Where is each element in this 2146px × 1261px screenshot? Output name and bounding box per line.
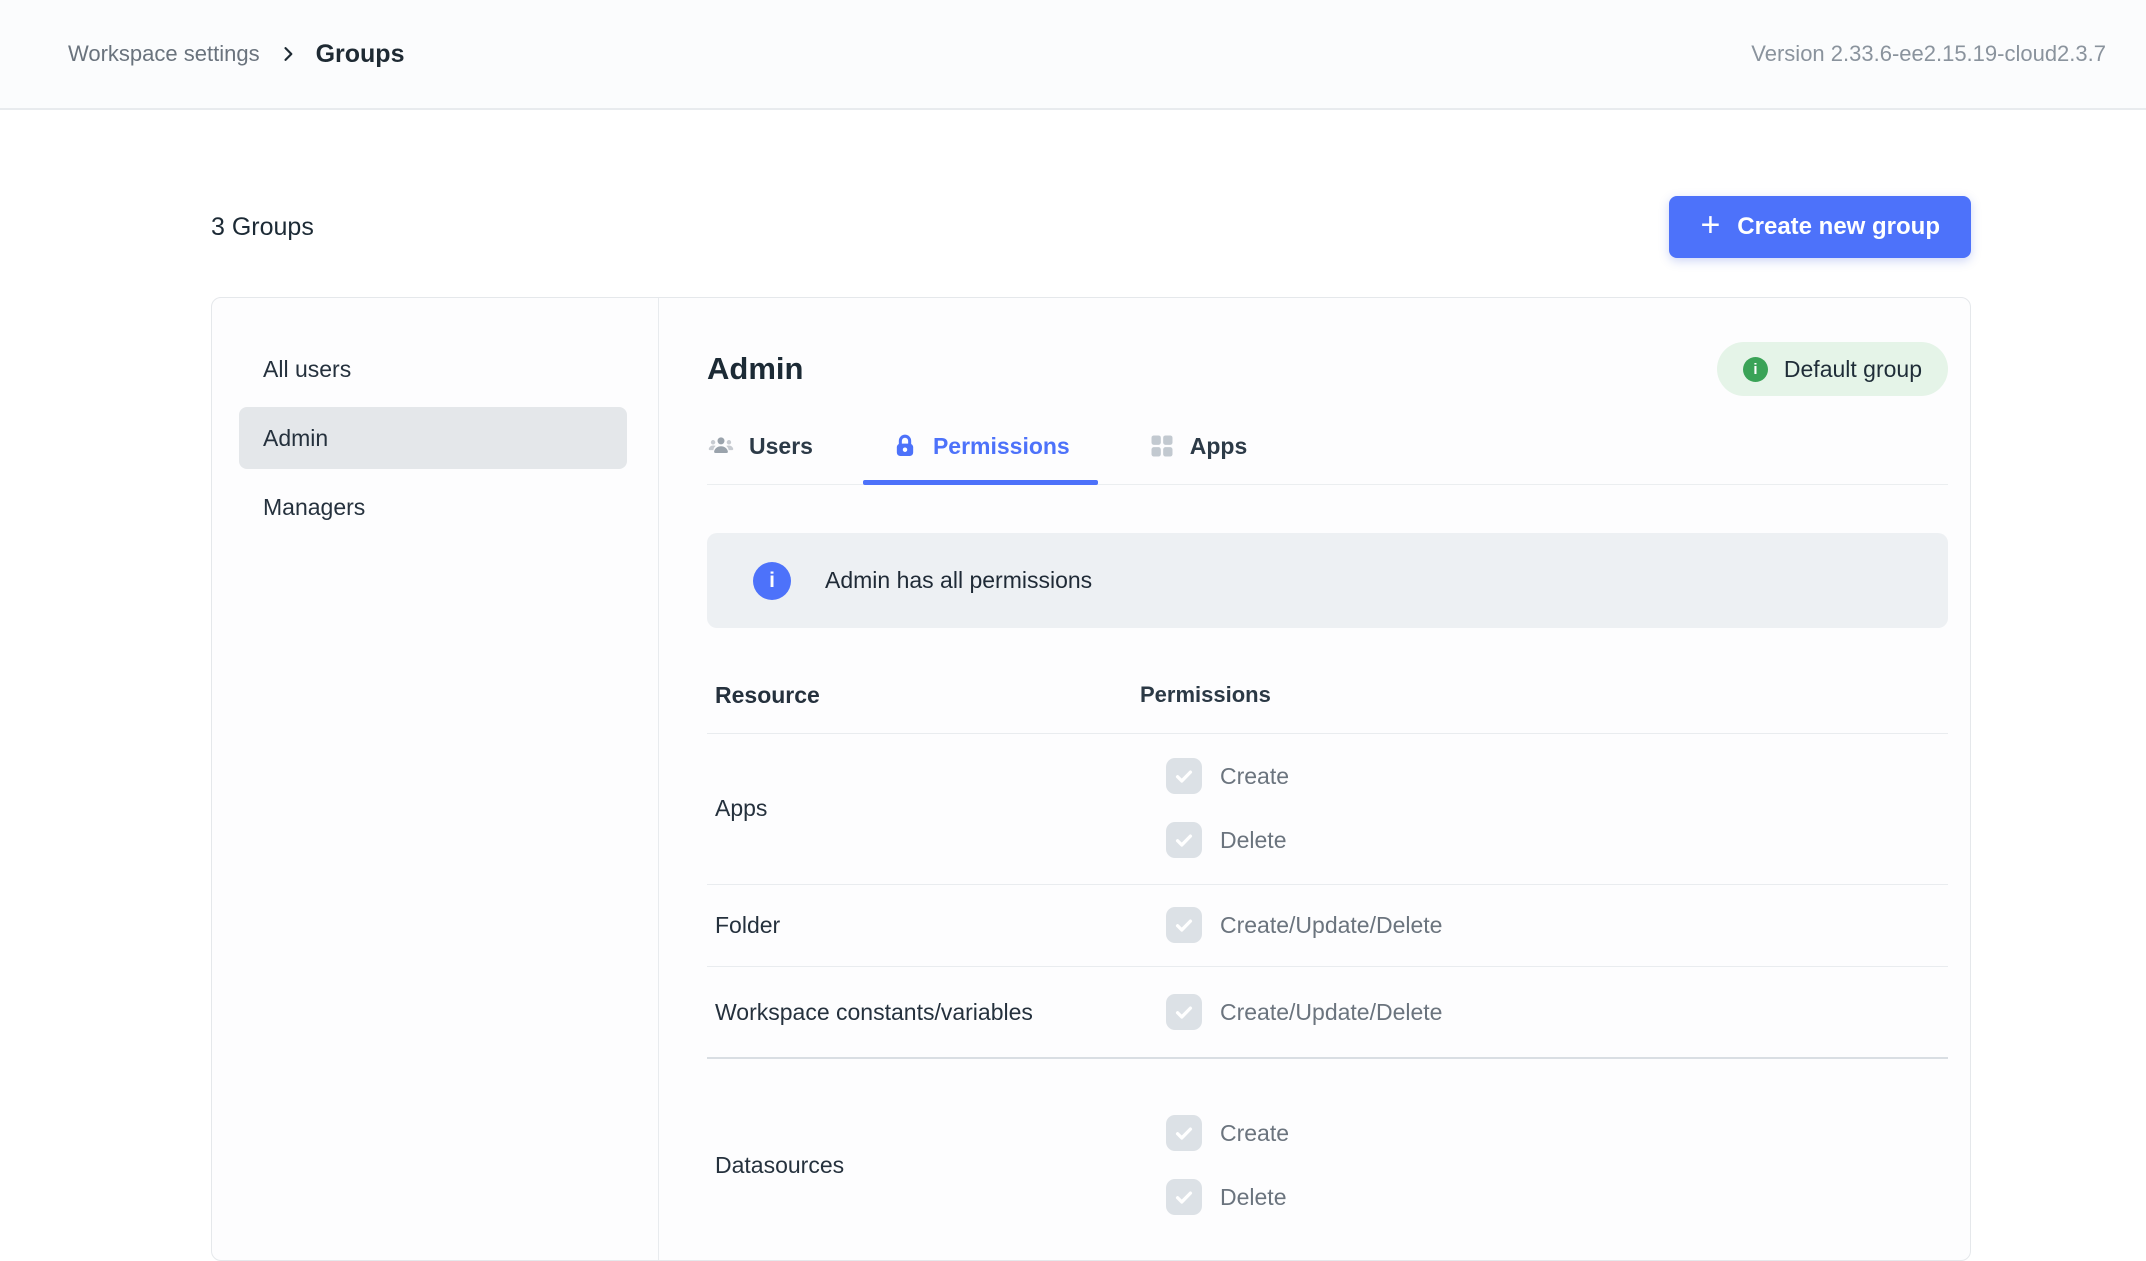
breadcrumb-groups: Groups: [315, 39, 405, 68]
tab-apps[interactable]: Apps: [1148, 432, 1248, 484]
permissions-column-header: Permissions: [1140, 682, 1271, 707]
tab-label: Apps: [1189, 432, 1248, 459]
checkbox-checked-disabled: [1166, 1115, 1202, 1151]
permission-option: Delete: [1166, 1179, 1948, 1215]
permission-options: Create/Update/Delete: [1140, 907, 1948, 943]
content: 3 Groups + Create new group All users Adm…: [0, 196, 2146, 1261]
permission-label: Create: [1220, 762, 1290, 789]
groups-toolbar: 3 Groups + Create new group: [211, 196, 1971, 258]
permission-options: Create Delete: [1140, 1115, 1948, 1215]
tabs: Users Permissions Apps: [707, 432, 1948, 485]
table-row-datasources: Datasources Create Delete: [707, 1059, 1948, 1255]
checkbox-checked-disabled: [1166, 907, 1202, 943]
checkbox-checked-disabled: [1166, 822, 1202, 858]
resource-column-header: Resource: [715, 682, 820, 708]
permission-options: Create Delete: [1140, 758, 1948, 858]
permission-option: Create/Update/Delete: [1166, 907, 1948, 943]
lock-icon: [891, 432, 919, 460]
app-header: Workspace settings Groups Version 2.33.6…: [0, 0, 2146, 110]
permissions-table: Resource Permissions Apps Create Delete Fol…: [707, 654, 1948, 1255]
groups-sidebar: All users Admin Managers: [212, 298, 659, 1260]
permission-option: Create/Update/Delete: [1166, 994, 1948, 1030]
info-banner: i Admin has all permissions: [707, 533, 1948, 628]
tab-users[interactable]: Users: [707, 432, 813, 484]
permission-option: Create: [1166, 1115, 1948, 1151]
info-banner-text: Admin has all permissions: [825, 567, 1093, 593]
breadcrumb: Workspace settings Groups: [68, 40, 404, 69]
plus-icon: +: [1700, 206, 1721, 244]
permission-label: Delete: [1220, 1183, 1287, 1210]
checkbox-checked-disabled: [1166, 994, 1202, 1030]
page: Workspace settings Groups Version 2.33.6…: [0, 0, 2146, 1261]
resource-name: Workspace constants/variables: [715, 998, 1033, 1025]
resource-name: Folder: [715, 911, 781, 938]
group-title: Admin: [707, 351, 804, 386]
permission-label: Create/Update/Delete: [1220, 998, 1443, 1025]
table-header-row: Resource Permissions: [707, 654, 1948, 734]
sidebar-item-admin[interactable]: Admin: [239, 407, 627, 469]
sidebar-item-managers[interactable]: Managers: [239, 476, 627, 538]
permissions-table-body: Apps Create Delete Folder Create/Update/Dele…: [707, 734, 1948, 1255]
create-new-group-button[interactable]: + Create new group: [1669, 196, 1971, 258]
permission-options: Create/Update/Delete: [1140, 994, 1948, 1030]
group-list: All users Admin Managers: [212, 338, 658, 538]
resource-name: Apps: [715, 794, 768, 821]
chevron-right-icon: [278, 44, 298, 64]
permission-label: Delete: [1220, 826, 1287, 853]
tab-label: Users: [749, 432, 813, 459]
breadcrumb-workspace-settings[interactable]: Workspace settings: [68, 41, 260, 67]
permission-option: Create: [1166, 758, 1948, 794]
info-icon: i: [1742, 356, 1768, 382]
group-detail-panel: Admin i Default group Users Permissions Ap…: [659, 298, 1970, 1260]
users-icon: [707, 432, 735, 460]
checkbox-checked-disabled: [1166, 1179, 1202, 1215]
tab-label: Permissions: [932, 432, 1070, 459]
permission-label: Create/Update/Delete: [1220, 911, 1443, 938]
create-new-group-label: Create new group: [1737, 213, 1940, 240]
tab-permissions[interactable]: Permissions: [862, 432, 1098, 485]
groups-card: All users Admin Managers Admin i Default g…: [211, 297, 1971, 1261]
version-label: Version 2.33.6-ee2.15.19-cloud2.3.7: [1751, 41, 2106, 66]
panel-header: Admin i Default group: [707, 342, 1948, 396]
default-group-badge: i Default group: [1716, 342, 1948, 396]
grid-icon: [1148, 432, 1176, 460]
table-row-folder: Folder Create/Update/Delete: [707, 885, 1948, 967]
groups-count: 3 Groups: [211, 212, 314, 241]
sidebar-item-all-users[interactable]: All users: [239, 338, 627, 400]
resource-name: Datasources: [715, 1151, 845, 1178]
table-row-workspace-constants-variables: Workspace constants/variables Create/Upda…: [707, 967, 1948, 1059]
permission-label: Create: [1220, 1119, 1290, 1146]
checkbox-checked-disabled: [1166, 758, 1202, 794]
default-group-badge-label: Default group: [1783, 355, 1922, 382]
permission-option: Delete: [1166, 822, 1948, 858]
info-icon: i: [753, 561, 791, 600]
table-row-apps: Apps Create Delete: [707, 734, 1948, 885]
